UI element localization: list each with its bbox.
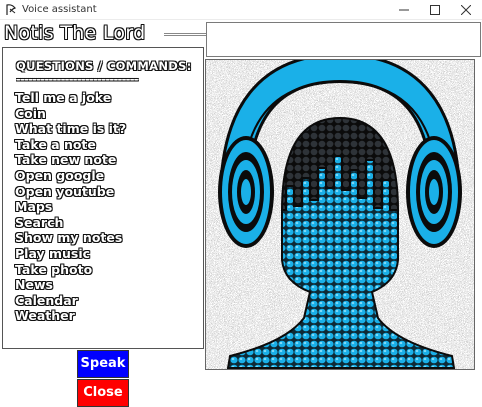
- list-item: Take new note: [15, 152, 117, 168]
- speak-button[interactable]: Speak: [77, 350, 129, 378]
- window-title: Voice assistant: [22, 4, 97, 15]
- commands-separator: ------------------------------: [16, 73, 138, 86]
- list-item: Coin: [15, 105, 46, 121]
- commands-title: QUESTIONS / COMMANDS:: [16, 59, 192, 73]
- list-item: Search: [15, 214, 64, 230]
- title-bar: Voice assistant: [0, 0, 482, 20]
- list-item: Open google: [15, 167, 105, 183]
- close-icon: [461, 5, 471, 15]
- feather-icon: [6, 4, 16, 15]
- list-item: Calendar: [15, 292, 78, 308]
- output-text-field[interactable]: [206, 22, 481, 57]
- minimize-button[interactable]: [389, 0, 419, 20]
- commands-list: Tell me a joke Coin What time is it? Tak…: [15, 90, 126, 324]
- list-item: Weather: [15, 308, 75, 324]
- headphones-head-icon: [206, 60, 474, 369]
- heading-divider: [164, 33, 206, 36]
- list-item: Maps: [15, 199, 53, 215]
- window-close-button[interactable]: [451, 0, 481, 20]
- close-button[interactable]: Close: [77, 379, 129, 407]
- list-item: News: [15, 277, 53, 293]
- list-item: Show my notes: [15, 230, 123, 246]
- app-heading: Notis The Lord: [4, 22, 146, 44]
- list-item: Take photo: [15, 261, 93, 277]
- assistant-image: [205, 59, 475, 370]
- commands-panel: QUESTIONS / COMMANDS: ------------------…: [2, 47, 204, 349]
- minimize-icon: [399, 9, 409, 11]
- maximize-button[interactable]: [420, 0, 450, 20]
- list-item: Take a note: [15, 136, 96, 152]
- list-item: Tell me a joke: [15, 90, 112, 105]
- list-item: What time is it?: [15, 121, 127, 137]
- list-item: Play music: [15, 245, 91, 261]
- list-item: Open youtube: [15, 183, 115, 199]
- maximize-icon: [430, 5, 440, 15]
